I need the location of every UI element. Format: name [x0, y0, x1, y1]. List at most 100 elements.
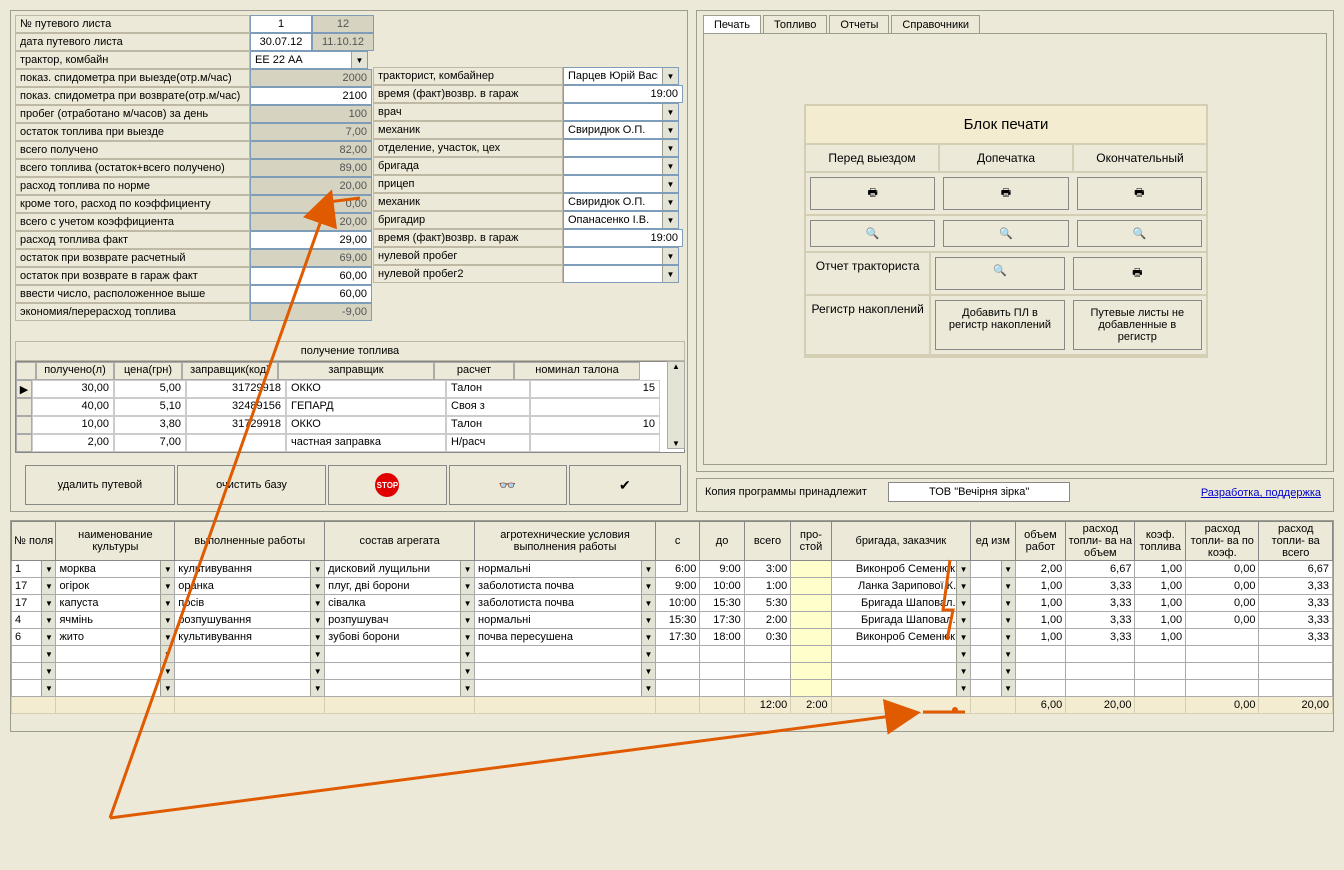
preview-additional-button[interactable]: 🔍 — [943, 220, 1068, 247]
work-header[interactable]: состав агрегата — [325, 522, 475, 561]
chevron-down-icon[interactable]: ▼ — [1001, 561, 1015, 577]
ok-button[interactable]: ✔ — [569, 465, 681, 505]
chevron-down-icon[interactable]: ▼ — [641, 646, 655, 662]
work-row[interactable]: 17▼капуста▼посів▼сівалка▼заболотиста поч… — [12, 595, 1333, 612]
chevron-down-icon[interactable]: ▼ — [956, 561, 970, 577]
work-header[interactable]: расход топли- ва всего — [1259, 522, 1333, 561]
field-select[interactable]: Свиридюк О.П.▼ — [563, 121, 679, 139]
delete-waybill-button[interactable]: удалить путевой — [25, 465, 175, 505]
chevron-down-icon[interactable]: ▼ — [641, 595, 655, 611]
tractorist-report-preview[interactable]: 🔍 — [935, 257, 1064, 290]
work-row[interactable]: 1▼морква▼культивування▼дисковий лущильни… — [12, 561, 1333, 578]
field-select[interactable]: ▼ — [563, 175, 679, 193]
chevron-down-icon[interactable]: ▼ — [460, 646, 474, 662]
fuel-row[interactable]: 10,003,8031729918ОККОТалон10 — [16, 416, 684, 434]
field-select[interactable]: ▼ — [563, 157, 679, 175]
work-header[interactable]: объем работ — [1015, 522, 1066, 561]
chevron-down-icon[interactable]: ▼ — [460, 578, 474, 594]
tractor-select[interactable]: ЕЕ 22 АА▼ — [250, 51, 368, 69]
field-select[interactable]: Парцев Юрій Васи▼ — [563, 67, 679, 85]
chevron-down-icon[interactable]: ▼ — [310, 612, 324, 628]
tab-Справочники[interactable]: Справочники — [891, 15, 980, 34]
chevron-down-icon[interactable]: ▼ — [160, 612, 174, 628]
chevron-down-icon[interactable]: ▼ — [641, 578, 655, 594]
field-value[interactable]: 2100 — [250, 87, 372, 105]
chevron-down-icon[interactable]: ▼ — [1001, 680, 1015, 696]
chevron-down-icon[interactable]: ▼ — [41, 578, 55, 594]
chevron-down-icon[interactable]: ▼ — [956, 578, 970, 594]
chevron-down-icon[interactable]: ▼ — [641, 561, 655, 577]
fuel-header[interactable]: цена(грн) — [114, 362, 182, 380]
field-select[interactable]: Опанасенко І.В.▼ — [563, 211, 679, 229]
chevron-down-icon[interactable]: ▼ — [41, 646, 55, 662]
chevron-down-icon[interactable]: ▼ — [1001, 663, 1015, 679]
chevron-down-icon[interactable]: ▼ — [160, 680, 174, 696]
clear-db-button[interactable]: очистить базу — [177, 465, 327, 505]
preview-before-button[interactable]: 🔍 — [810, 220, 935, 247]
work-row[interactable]: ▼ ▼ ▼ ▼ ▼ ▼ ▼ — [12, 646, 1333, 663]
chevron-down-icon[interactable]: ▼ — [460, 595, 474, 611]
fuel-scrollbar[interactable]: ▲ ▼ — [667, 361, 685, 449]
print-final-button[interactable]: 🖶 — [1077, 177, 1202, 210]
field-select[interactable]: ▼ — [563, 265, 679, 283]
field-select[interactable]: ▼ — [563, 139, 679, 157]
chevron-down-icon[interactable]: ▼ — [1001, 612, 1015, 628]
fuel-header[interactable]: расчет — [434, 362, 514, 380]
chevron-down-icon[interactable]: ▼ — [310, 561, 324, 577]
chevron-down-icon[interactable]: ▼ — [41, 663, 55, 679]
work-header[interactable]: коэф. топлива — [1135, 522, 1186, 561]
chevron-down-icon[interactable]: ▼ — [460, 680, 474, 696]
work-row[interactable]: ▼▼▼▼▼▼▼ — [12, 680, 1333, 697]
field-value[interactable]: 1 — [250, 15, 312, 33]
fuel-header[interactable]: номинал талона — [514, 362, 640, 380]
binoculars-button[interactable]: 👓 — [449, 465, 567, 505]
work-header[interactable]: расход топли- ва на объем — [1066, 522, 1135, 561]
tab-Отчеты[interactable]: Отчеты — [829, 15, 889, 34]
chevron-down-icon[interactable]: ▼ — [160, 629, 174, 645]
chevron-down-icon[interactable]: ▼ — [310, 663, 324, 679]
work-row[interactable]: 4▼ячмінь▼розпушування▼розпушувач▼нормаль… — [12, 612, 1333, 629]
chevron-down-icon[interactable]: ▼ — [460, 663, 474, 679]
work-header[interactable]: выполненные работы — [175, 522, 325, 561]
field-value[interactable]: 60,00 — [250, 285, 372, 303]
chevron-down-icon[interactable]: ▼ — [1001, 595, 1015, 611]
field-value[interactable]: 29,00 — [250, 231, 372, 249]
work-row[interactable]: 6▼жито▼культивування▼зубові борони▼почва… — [12, 629, 1333, 646]
work-header[interactable]: про- стой — [791, 522, 831, 561]
chevron-down-icon[interactable]: ▼ — [1001, 578, 1015, 594]
fuel-row[interactable]: 40,005,1032489156ГЕПАРДСвоя з — [16, 398, 684, 416]
print-before-button[interactable]: 🖶 — [810, 177, 935, 210]
chevron-down-icon[interactable]: ▼ — [41, 612, 55, 628]
chevron-down-icon[interactable]: ▼ — [41, 561, 55, 577]
chevron-down-icon[interactable]: ▼ — [641, 680, 655, 696]
fuel-header[interactable]: заправщик(код) — [182, 362, 278, 380]
chevron-down-icon[interactable]: ▼ — [160, 646, 174, 662]
work-header[interactable]: всего — [744, 522, 791, 561]
field-select[interactable]: ▼ — [563, 247, 679, 265]
fuel-row[interactable]: 2,007,00частная заправкаН/расч — [16, 434, 684, 452]
chevron-down-icon[interactable]: ▼ — [956, 612, 970, 628]
chevron-down-icon[interactable]: ▼ — [956, 646, 970, 662]
chevron-down-icon[interactable]: ▼ — [956, 595, 970, 611]
work-header[interactable]: с — [655, 522, 699, 561]
chevron-down-icon[interactable]: ▼ — [310, 595, 324, 611]
print-additional-button[interactable]: 🖶 — [943, 177, 1068, 210]
tab-Печать[interactable]: Печать — [703, 15, 761, 34]
chevron-down-icon[interactable]: ▼ — [641, 663, 655, 679]
chevron-down-icon[interactable]: ▼ — [310, 629, 324, 645]
preview-final-button[interactable]: 🔍 — [1077, 220, 1202, 247]
chevron-down-icon[interactable]: ▼ — [641, 629, 655, 645]
fuel-row[interactable]: ▶30,005,0031729918ОККОТалон15 — [16, 380, 684, 398]
tractorist-report-print[interactable]: 🖶 — [1073, 257, 1202, 290]
chevron-down-icon[interactable]: ▼ — [956, 680, 970, 696]
add-to-register-button[interactable]: Добавить ПЛ в регистр накоплений — [935, 300, 1064, 350]
chevron-down-icon[interactable]: ▼ — [310, 646, 324, 662]
not-in-register-button[interactable]: Путевые листы не добавленные в регистр — [1073, 300, 1202, 350]
chevron-down-icon[interactable]: ▼ — [956, 663, 970, 679]
work-header[interactable]: наименование культуры — [56, 522, 175, 561]
chevron-down-icon[interactable]: ▼ — [310, 578, 324, 594]
stop-button[interactable]: STOP — [328, 465, 446, 505]
work-header[interactable]: агротехнические условия выполнения работ… — [475, 522, 656, 561]
chevron-down-icon[interactable]: ▼ — [1001, 646, 1015, 662]
chevron-down-icon[interactable]: ▼ — [641, 612, 655, 628]
